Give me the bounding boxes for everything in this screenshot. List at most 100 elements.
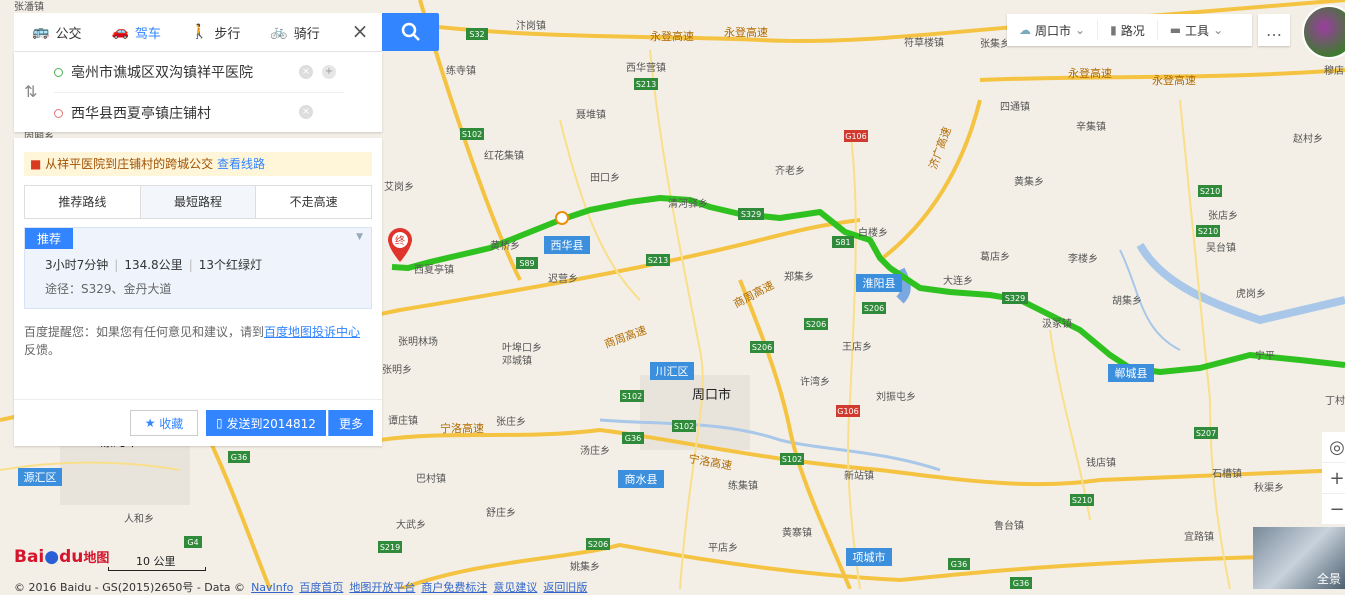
- traffic-light-icon: ▮: [1110, 23, 1117, 37]
- destination-dot-icon: [54, 108, 63, 118]
- toolbox-icon: ▬: [1169, 23, 1182, 37]
- hw-yongdeng1: 永登高速: [650, 29, 694, 43]
- route-distance: 134.8公里: [124, 258, 183, 272]
- route-card[interactable]: 推荐 ▼ 3小时7分钟 | 134.8公里 | 13个红绿灯 途径：S329、金丹大道: [24, 227, 372, 309]
- city-selector[interactable]: ☁ 周口市 ⌄: [1007, 20, 1099, 40]
- add-waypoint-icon[interactable]: +: [322, 65, 336, 79]
- close-icon[interactable]: ×: [350, 21, 370, 41]
- label-lixiang: 李楼乡: [1068, 252, 1098, 265]
- scale-line: [108, 567, 206, 571]
- label-sitong: 四通镇: [1000, 100, 1030, 113]
- shield-s213a: S213: [636, 80, 656, 89]
- tab-drive-label: 驾车: [134, 26, 161, 42]
- send-button[interactable]: ▯ 发送到2014812: [206, 410, 326, 436]
- city-chuanhui: 川汇区: [656, 365, 689, 378]
- shield-g36d: G36: [1013, 579, 1029, 588]
- clear-destination-icon[interactable]: ×: [299, 105, 313, 119]
- star-icon: ★: [144, 416, 156, 430]
- more-button[interactable]: 更多: [328, 410, 373, 436]
- shield-s207: S207: [1196, 429, 1216, 438]
- label-bailou: 白楼乡: [858, 226, 888, 239]
- swap-icon[interactable]: ⇅: [24, 82, 37, 101]
- city-xihua: 西华县: [551, 238, 584, 252]
- label-aigang: 艾岗乡: [384, 181, 414, 193]
- tab-drive[interactable]: 🚗 驾车: [93, 13, 172, 51]
- shield-s210c: S210: [1072, 496, 1092, 505]
- label-wucang: 吴台镇: [1206, 241, 1236, 254]
- bus-tip-icon: ■: [30, 157, 42, 171]
- chevron-down-icon: ⌄: [1213, 23, 1224, 37]
- hw-ningluo1: 宁洛高速: [440, 421, 484, 435]
- label-yilu: 宜路镇: [1184, 530, 1214, 543]
- collapse-icon[interactable]: ▼: [356, 232, 363, 242]
- label-huangji: 黄集乡: [1014, 175, 1044, 188]
- tab-bus-label: 公交: [55, 26, 82, 42]
- shield-g36c: G36: [951, 560, 967, 569]
- traffic-button[interactable]: ▮ 路况: [1098, 20, 1158, 40]
- traffic-label: 路况: [1120, 23, 1145, 38]
- mode-tabs: 🚌 公交 🚗 驾车 🚶 步行 🚲 骑行 ×: [14, 13, 382, 52]
- tools-button[interactable]: ▬ 工具 ⌄: [1158, 20, 1235, 40]
- link-feedback[interactable]: 意见建议: [493, 581, 537, 594]
- link-navinfo[interactable]: NavInfo: [251, 581, 293, 594]
- label-qianfeng: 汴岗镇: [516, 19, 546, 32]
- link-open-platform[interactable]: 地图开放平台: [349, 581, 415, 594]
- complaint-link[interactable]: 百度地图投诉中心: [264, 325, 360, 339]
- favorite-button[interactable]: ★ 收藏: [130, 410, 198, 436]
- label-gedian: 葛店乡: [980, 250, 1010, 263]
- view-bus-link[interactable]: 查看线路: [217, 157, 265, 171]
- label-renhe: 人和乡: [124, 513, 154, 525]
- label-dengcheng: 邓城镇: [502, 354, 532, 367]
- option-shortest[interactable]: 最短路程: [140, 186, 257, 218]
- city-xiangcheng: 项城市: [853, 550, 886, 564]
- option-recommended[interactable]: 推荐路线: [25, 186, 141, 218]
- link-old-version[interactable]: 返回旧版: [543, 581, 587, 594]
- tab-bike[interactable]: 🚲 骑行: [252, 13, 331, 51]
- panorama-thumbnail[interactable]: 全景: [1253, 527, 1345, 589]
- message-button[interactable]: …: [1258, 14, 1290, 46]
- option-no-highway[interactable]: 不走高速: [256, 186, 371, 218]
- link-baidu-home[interactable]: 百度首页: [299, 581, 343, 594]
- shield-g36b: G36: [231, 453, 247, 462]
- bike-icon: 🚲: [270, 24, 288, 40]
- route-inputs: ⇅ 亳州市谯城区双沟镇祥平医院 西华县西夏亭镇庄铺村 × + ×: [14, 52, 382, 132]
- route-stats: 3小时7分钟 | 134.8公里 | 13个红绿灯: [45, 258, 263, 272]
- cloud-icon: ☁: [1019, 23, 1031, 37]
- baidu-logo: Bai●du地图: [14, 547, 109, 567]
- label-liansi: 练寺镇: [446, 64, 476, 77]
- hw-yongdeng2: 永登高速: [724, 25, 768, 39]
- clear-origin-icon[interactable]: ×: [299, 65, 313, 79]
- search-button[interactable]: [382, 13, 439, 51]
- label-qiuqu: 秋渠乡: [1254, 481, 1284, 494]
- locate-icon[interactable]: ◎: [1322, 432, 1345, 463]
- walk-icon: 🚶: [190, 24, 209, 40]
- shield-s219: S219: [380, 543, 400, 552]
- shield-s81: S81: [835, 238, 850, 247]
- label-bacun: 巴村镇: [416, 472, 446, 485]
- tab-walk[interactable]: 🚶 步行: [173, 13, 252, 51]
- zoom-in-button[interactable]: +: [1322, 463, 1345, 494]
- paw-icon: ●: [44, 547, 60, 567]
- zoom-out-button[interactable]: −: [1322, 494, 1345, 525]
- label-pingdian: 平店乡: [708, 541, 738, 554]
- shield-s102b: S102: [622, 392, 642, 401]
- route-options: 推荐路线 最短路程 不走高速: [24, 185, 372, 219]
- shield-g36a: G36: [625, 434, 641, 443]
- tab-bus[interactable]: 🚌 公交: [14, 13, 93, 51]
- logo-text-a: Bai: [14, 547, 45, 567]
- shield-s210b: S210: [1198, 227, 1218, 236]
- notice-text: 百度提醒您：如果您有任何意见和建议，请到: [24, 325, 265, 339]
- label-tangzhuang: 汤庄乡: [580, 444, 610, 457]
- link-free-marking[interactable]: 商户免费标注: [421, 581, 487, 594]
- destination-value: 西华县西夏亭镇庄铺村: [71, 106, 211, 122]
- shield-s102d: S102: [782, 455, 802, 464]
- copyright-text: © 2016 Baidu - GS(2015)2650号 - Data ©: [14, 581, 246, 594]
- label-mudian: 穆店乡: [1324, 64, 1345, 77]
- shield-s206d: S206: [588, 540, 608, 549]
- label-dalian: 大连乡: [943, 274, 973, 287]
- label-tanji: 谭庄镇: [388, 414, 418, 427]
- phone-icon: ▯: [216, 416, 223, 430]
- label-xinji: 辛集镇: [1076, 120, 1106, 133]
- label-qilao: 齐老乡: [775, 164, 805, 177]
- recommended-tag: 推荐: [25, 228, 74, 249]
